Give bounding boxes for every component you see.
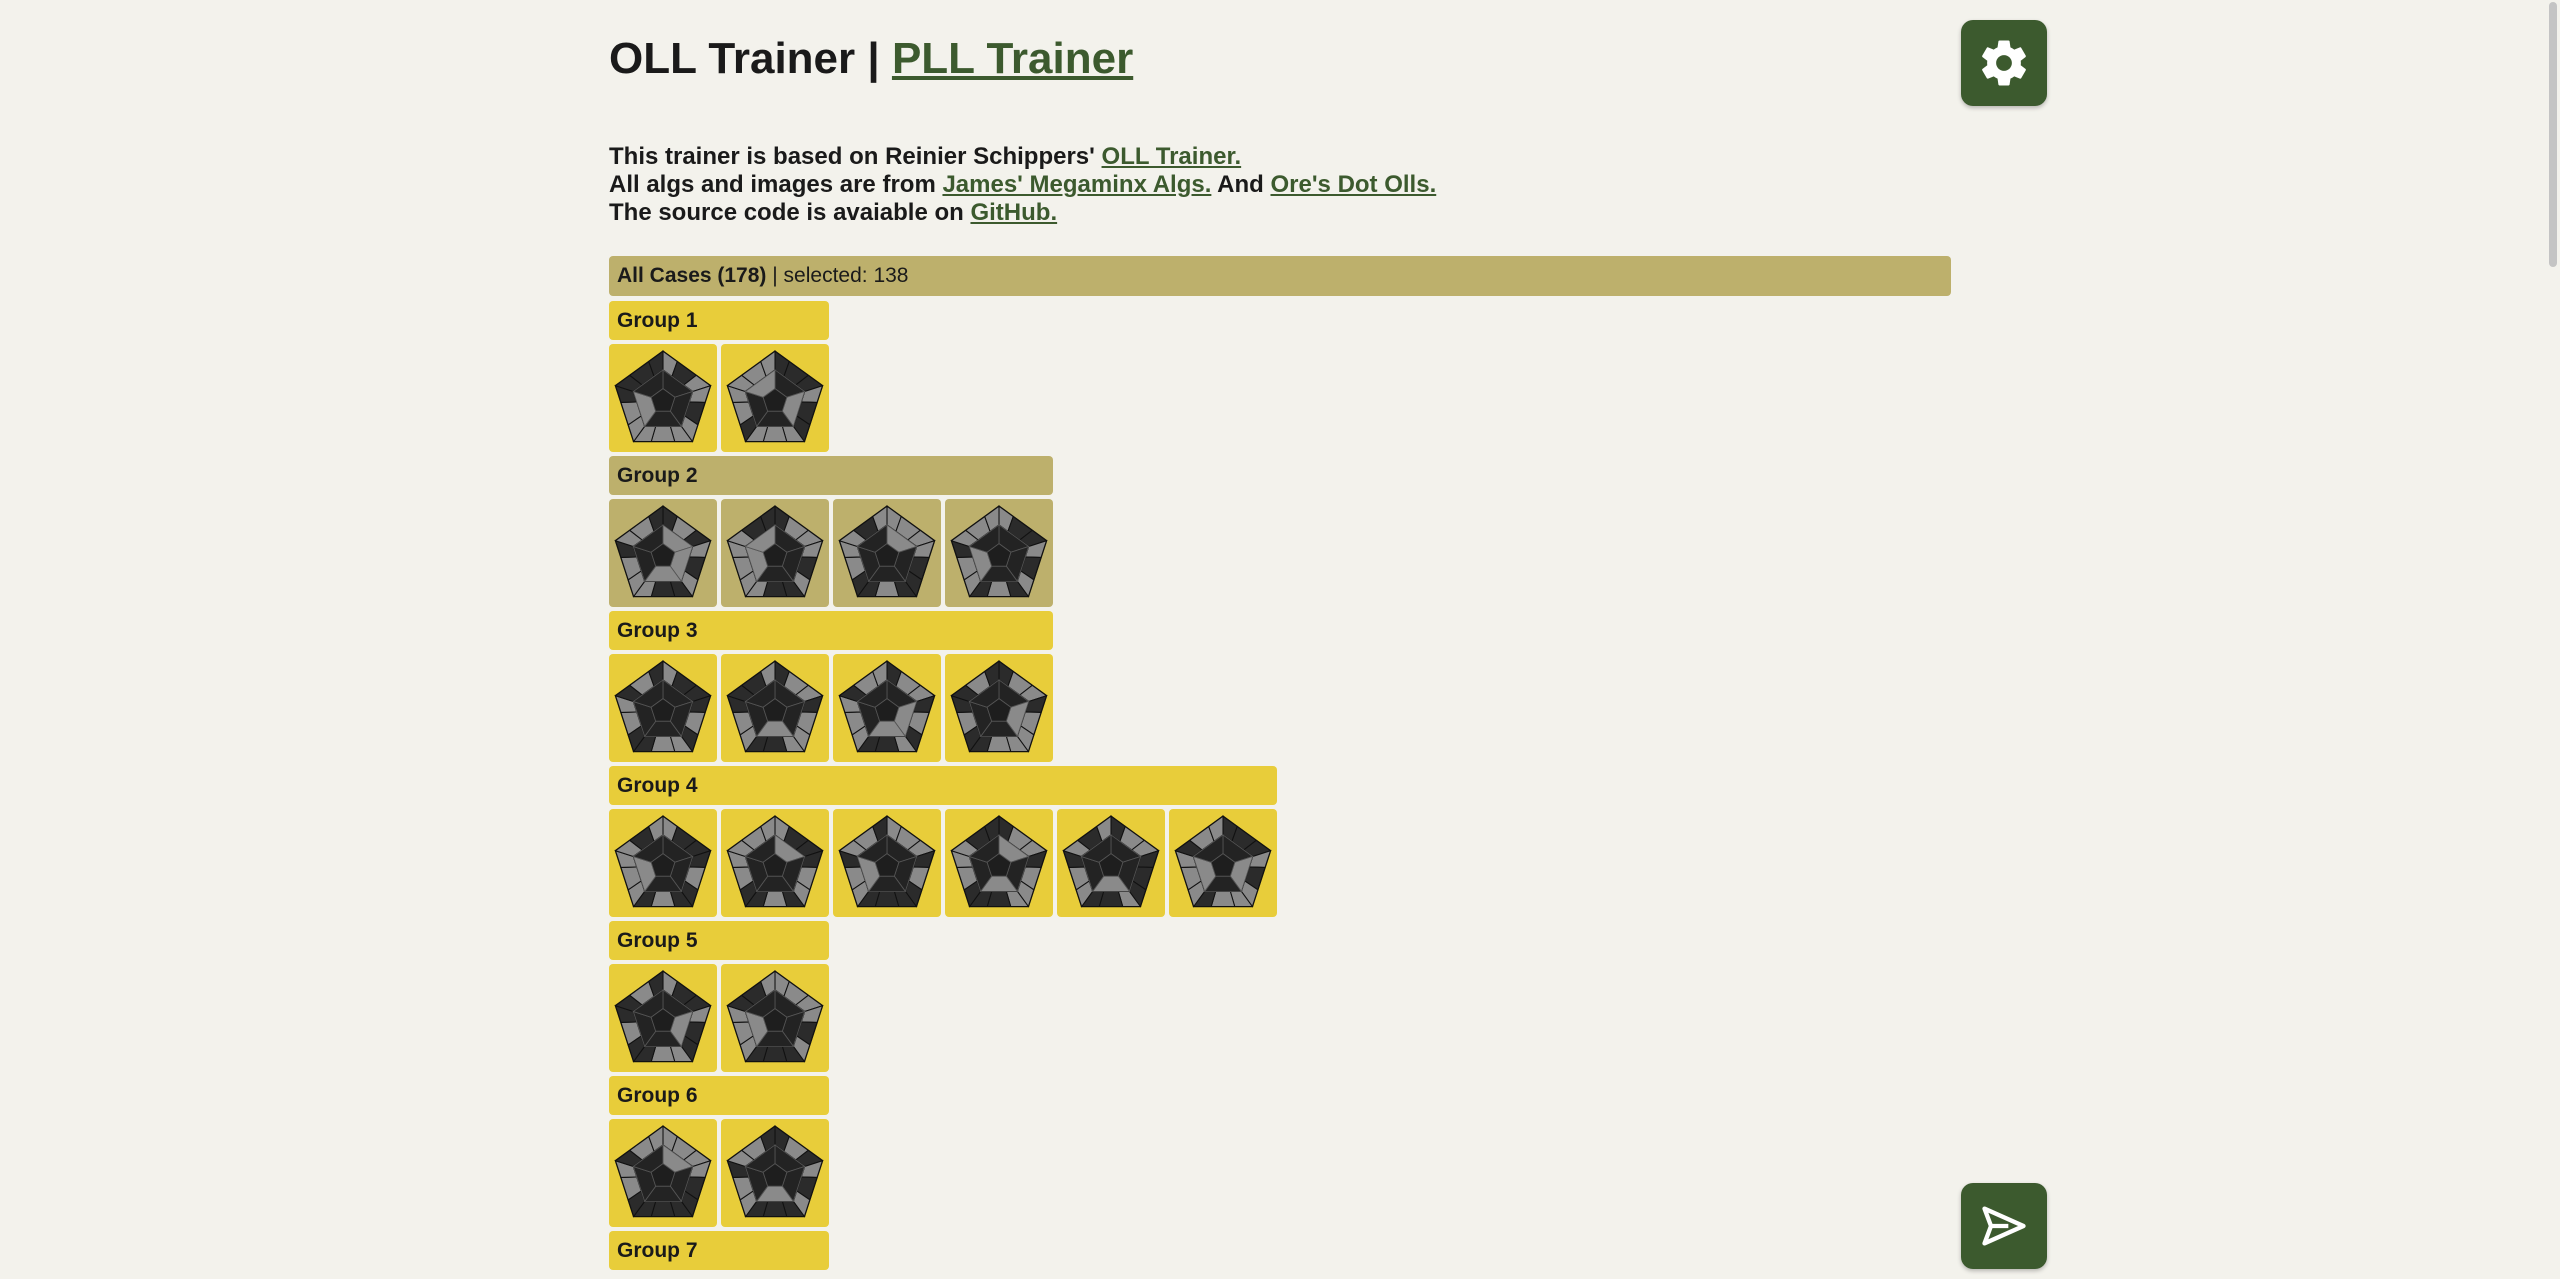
- case-tile[interactable]: [609, 499, 717, 607]
- intro-line-1-text: This trainer is based on Reinier Schippe…: [609, 143, 1095, 170]
- group-header[interactable]: Group 6: [609, 1076, 829, 1115]
- oll-trainer-source-link[interactable]: OLL Trainer.: [1102, 143, 1242, 170]
- oll-case-icon: [726, 815, 824, 908]
- case-tile[interactable]: [609, 1119, 717, 1227]
- intro-line-1: This trainer is based on Reinier Schippe…: [609, 143, 1436, 171]
- group-header[interactable]: Group 1: [609, 301, 829, 340]
- oll-case-icon: [838, 505, 936, 598]
- selected-count: | selected: 138: [772, 264, 909, 287]
- case-tile[interactable]: [945, 809, 1053, 917]
- case-tile[interactable]: [609, 654, 717, 762]
- group-cases-row: [609, 1119, 1277, 1227]
- oll-case-icon: [726, 505, 824, 598]
- group-header[interactable]: Group 4: [609, 766, 1277, 805]
- case-tile[interactable]: [1169, 809, 1277, 917]
- all-cases-label: All Cases (178): [617, 264, 767, 287]
- case-tile[interactable]: [721, 499, 829, 607]
- oll-case-icon: [838, 815, 936, 908]
- case-group: Group 7: [609, 1231, 1277, 1270]
- oll-case-icon: [614, 815, 712, 908]
- settings-button[interactable]: [1961, 20, 2047, 106]
- oll-case-icon: [1174, 815, 1272, 908]
- case-tile[interactable]: [721, 654, 829, 762]
- case-group: Group 3: [609, 611, 1277, 762]
- intro-line-2-and: And: [1217, 171, 1264, 198]
- case-tile[interactable]: [609, 809, 717, 917]
- oll-case-icon: [726, 970, 824, 1063]
- case-tile[interactable]: [721, 964, 829, 1072]
- group-cases-row: [609, 809, 1277, 917]
- case-group: Group 1: [609, 301, 1277, 452]
- send-icon: [1982, 1206, 2026, 1246]
- group-header[interactable]: Group 5: [609, 921, 829, 960]
- case-tile[interactable]: [721, 344, 829, 452]
- case-tile[interactable]: [833, 499, 941, 607]
- scrollbar[interactable]: [2546, 0, 2560, 1279]
- title-separator: |: [867, 34, 880, 83]
- oll-case-icon: [614, 660, 712, 753]
- oll-case-icon: [838, 660, 936, 753]
- case-tile[interactable]: [1057, 809, 1165, 917]
- intro-line-3: The source code is avaiable on GitHub.: [609, 199, 1436, 227]
- case-tile[interactable]: [721, 809, 829, 917]
- oll-case-icon: [950, 660, 1048, 753]
- pll-trainer-link[interactable]: PLL Trainer: [892, 34, 1133, 83]
- oll-case-icon: [726, 350, 824, 443]
- dot-olls-link[interactable]: Ore's Dot Olls.: [1270, 171, 1436, 198]
- oll-case-icon: [950, 815, 1048, 908]
- start-training-button[interactable]: [1961, 1183, 2047, 1269]
- case-group: Group 6: [609, 1076, 1277, 1227]
- oll-case-icon: [726, 1125, 824, 1218]
- intro-text: This trainer is based on Reinier Schippe…: [609, 143, 1436, 227]
- oll-case-icon: [1062, 815, 1160, 908]
- title-text: OLL Trainer: [609, 34, 856, 83]
- all-cases-bar[interactable]: All Cases (178) | selected: 138: [609, 256, 1951, 296]
- group-cases-row: [609, 654, 1277, 762]
- case-group: Group 5: [609, 921, 1277, 1072]
- intro-line-2-text: All algs and images are from: [609, 171, 936, 198]
- case-tile[interactable]: [945, 654, 1053, 762]
- case-group: Group 2: [609, 456, 1277, 607]
- oll-case-icon: [614, 970, 712, 1063]
- group-header[interactable]: Group 7: [609, 1231, 829, 1270]
- gear-icon: [1982, 40, 2026, 86]
- case-tile[interactable]: [721, 1119, 829, 1227]
- case-tile[interactable]: [609, 964, 717, 1072]
- megaminx-algs-link[interactable]: James' Megaminx Algs.: [942, 171, 1211, 198]
- page-title: OLL Trainer | PLL Trainer: [609, 34, 1133, 84]
- group-cases-row: [609, 499, 1277, 607]
- case-group: Group 4: [609, 766, 1277, 917]
- case-groups: Group 1 Group 2 Group 3 Group 4 Group 5 Group…: [609, 301, 1277, 1274]
- case-tile[interactable]: [945, 499, 1053, 607]
- github-link[interactable]: GitHub.: [970, 199, 1057, 226]
- oll-case-icon: [614, 350, 712, 443]
- oll-case-icon: [614, 1125, 712, 1218]
- oll-case-icon: [950, 505, 1048, 598]
- group-cases-row: [609, 344, 1277, 452]
- case-tile[interactable]: [833, 809, 941, 917]
- intro-line-2: All algs and images are from James' Mega…: [609, 171, 1436, 199]
- intro-line-3-text: The source code is avaiable on: [609, 199, 964, 226]
- case-tile[interactable]: [833, 654, 941, 762]
- case-tile[interactable]: [609, 344, 717, 452]
- group-cases-row: [609, 964, 1277, 1072]
- oll-case-icon: [726, 660, 824, 753]
- group-header[interactable]: Group 3: [609, 611, 1053, 650]
- oll-case-icon: [614, 505, 712, 598]
- scrollbar-thumb[interactable]: [2549, 2, 2557, 267]
- group-header[interactable]: Group 2: [609, 456, 1053, 495]
